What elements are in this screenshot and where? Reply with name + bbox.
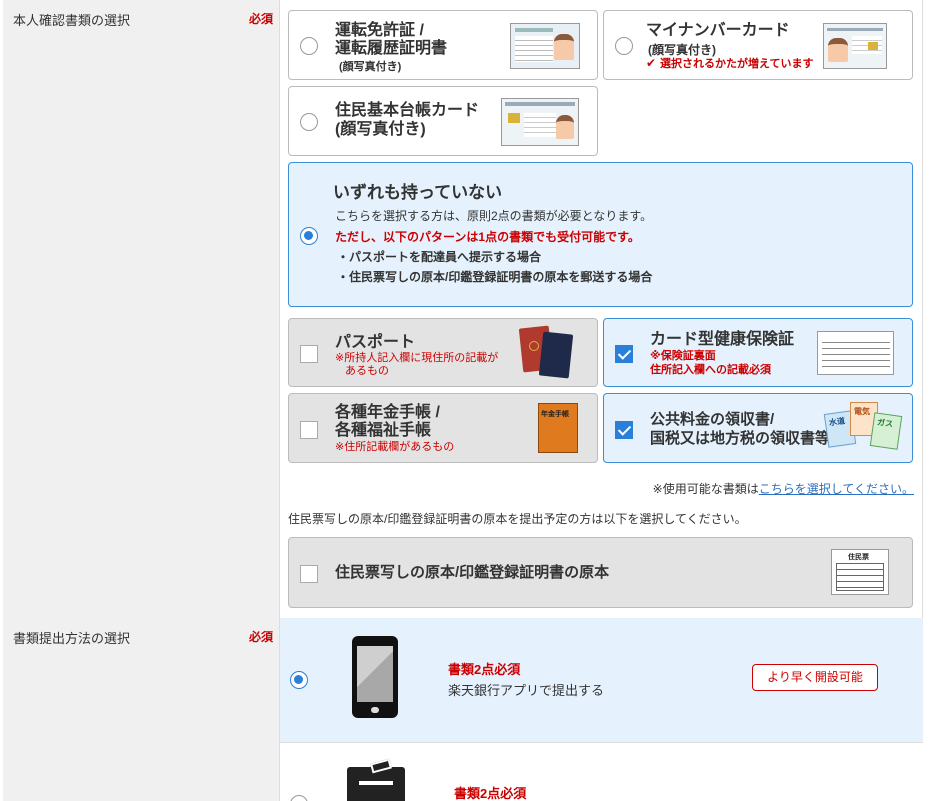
- utility-receipts-image: 水道 電気 ガス: [823, 400, 904, 456]
- id-docs-content: 運転免許証 / 運転履歴証明書 (顔写真付き) マイナンバーカード (顔写真付き…: [280, 0, 923, 618]
- app-need-text: 書類2点必須: [448, 662, 521, 677]
- smartphone-icon: [352, 636, 398, 718]
- juki-title-2: (顔写真付き): [335, 121, 426, 138]
- passport-image: [518, 325, 581, 379]
- checkbox-pension-book[interactable]: [300, 421, 318, 439]
- radio-drivers-license[interactable]: [300, 37, 318, 55]
- passport-note-2: あるもの: [345, 365, 389, 377]
- option-health-insurance[interactable]: カード型健康保険証 ※保険証裏面 住所記入欄への記載必須: [603, 318, 913, 387]
- health-note-1: ※保険証裏面: [650, 350, 716, 362]
- pension-book-label: 年金手帳: [541, 411, 569, 418]
- faster-badge: より早く開設可能: [752, 664, 878, 691]
- radio-mynumber-card[interactable]: [615, 37, 633, 55]
- radio-app-submit[interactable]: [290, 671, 308, 689]
- pension-title-1: 各種年金手帳 /: [335, 404, 440, 421]
- juki-title-1: 住民基本台帳カード: [335, 102, 480, 119]
- option-mynumber-card[interactable]: マイナンバーカード (顔写真付き) ✔ 選択されるかたが増えています: [603, 10, 913, 80]
- drivers-license-image: [510, 23, 580, 69]
- passport-note-1: ※所持人記入欄に現住所の記載が: [335, 352, 499, 364]
- required-badge: 必須: [248, 12, 273, 26]
- health-title: カード型健康保険証: [650, 331, 795, 348]
- submit-method-label: 書類提出方法の選択: [13, 631, 131, 646]
- juki-card-image: [501, 98, 579, 146]
- license-sub: (顔写真付き): [339, 61, 402, 73]
- utility-tag-water: 水道: [828, 416, 846, 428]
- usable-prefix: ※使用可能な書類は: [652, 482, 759, 496]
- pension-title-2: 各種福祉手帳: [335, 422, 432, 439]
- usable-docs-note: ※使用可能な書類はこちらを選択してください。: [653, 480, 914, 497]
- mail-submit-icon: [347, 758, 405, 801]
- option-passport[interactable]: パスポート ※所持人記入欄に現住所の記載が あるもの: [288, 318, 598, 387]
- health-card-image: [817, 331, 894, 375]
- mynumber-card-image: [823, 23, 887, 69]
- none-title: いずれも持っていない: [333, 183, 503, 202]
- mynumber-note: 選択されるかたが増えています: [660, 58, 814, 70]
- license-title-1: 運転免許証 /: [335, 22, 424, 39]
- section-label-submit-method: 書類提出方法の選択 必須: [3, 618, 280, 801]
- mail-need-text: 書類2点必須: [454, 786, 527, 801]
- mynumber-title: マイナンバーカード: [646, 22, 790, 39]
- option-none[interactable]: いずれも持っていない こちらを選択する方は、原則2点の書類が必要となります。 た…: [288, 162, 913, 307]
- utility-title-2: 国税又は地方税の領収書等: [650, 430, 831, 447]
- checkbox-resident-record[interactable]: [300, 565, 318, 583]
- none-line1: こちらを選択する方は、原則2点の書類が必要となります。: [335, 209, 653, 223]
- pension-note: ※住所記載欄があるもの: [335, 441, 455, 453]
- radio-none[interactable]: [300, 227, 318, 245]
- radio-mail-submit[interactable]: [290, 795, 308, 801]
- option-pension-book[interactable]: 各種年金手帳 / 各種福祉手帳 ※住所記載欄があるもの 年金手帳: [288, 393, 598, 463]
- usable-docs-link[interactable]: こちらを選択してください。: [759, 482, 914, 496]
- resident-record-image: 住民票: [831, 549, 889, 595]
- option-utility-receipt[interactable]: 公共料金の領収書/ 国税又は地方税の領収書等 水道 電気 ガス: [603, 393, 913, 463]
- resident-title: 住民票写しの原本/印鑑登録証明書の原本: [335, 564, 610, 581]
- check-mark-icon: ✔: [646, 56, 657, 70]
- checkbox-utility-receipt[interactable]: [615, 421, 633, 439]
- resident-instruction: 住民票写しの原本/印鑑登録証明書の原本を提出予定の方は以下を選択してください。: [288, 512, 747, 526]
- option-juki-card[interactable]: 住民基本台帳カード (顔写真付き): [288, 86, 598, 156]
- option-drivers-license[interactable]: 運転免許証 / 運転履歴証明書 (顔写真付き): [288, 10, 598, 80]
- none-line3: ・パスポートを配達員へ提示する場合: [337, 250, 542, 264]
- checkbox-health-insurance[interactable]: [615, 345, 633, 363]
- utility-tag-electric: 電気: [854, 407, 870, 416]
- resident-record-label: 住民票: [848, 554, 869, 561]
- pension-book-image: 年金手帳: [538, 403, 578, 453]
- option-resident-record[interactable]: 住民票写しの原本/印鑑登録証明書の原本 住民票: [288, 537, 913, 608]
- submit-method-content: 書類2点必須 楽天銀行アプリで提出する より早く開設可能 書類2点必須: [280, 618, 923, 801]
- none-line4: ・住民票写しの原本/印鑑登録証明書の原本を郵送する場合: [337, 270, 653, 284]
- health-note-2: 住所記入欄への記載必須: [650, 364, 771, 376]
- required-badge-2: 必須: [248, 630, 273, 644]
- utility-tag-gas: ガス: [876, 417, 894, 429]
- radio-juki-card[interactable]: [300, 113, 318, 131]
- license-title-2: 運転履歴証明書: [335, 40, 448, 57]
- option-mail-submit[interactable]: 書類2点必須: [280, 743, 923, 801]
- app-desc-text: 楽天銀行アプリで提出する: [448, 683, 605, 698]
- mynumber-sub: (顔写真付き): [648, 43, 716, 57]
- checkbox-passport[interactable]: [300, 345, 318, 363]
- passport-title: パスポート: [335, 334, 416, 351]
- utility-title-1: 公共料金の領収書/: [650, 411, 775, 428]
- none-line2: ただし、以下のパターンは1点の書類でも受付可能です。: [335, 230, 640, 244]
- id-docs-label: 本人確認書類の選択: [13, 13, 131, 28]
- option-app-submit[interactable]: 書類2点必須 楽天銀行アプリで提出する より早く開設可能: [280, 618, 923, 743]
- section-label-id-docs: 本人確認書類の選択 必須: [3, 0, 280, 618]
